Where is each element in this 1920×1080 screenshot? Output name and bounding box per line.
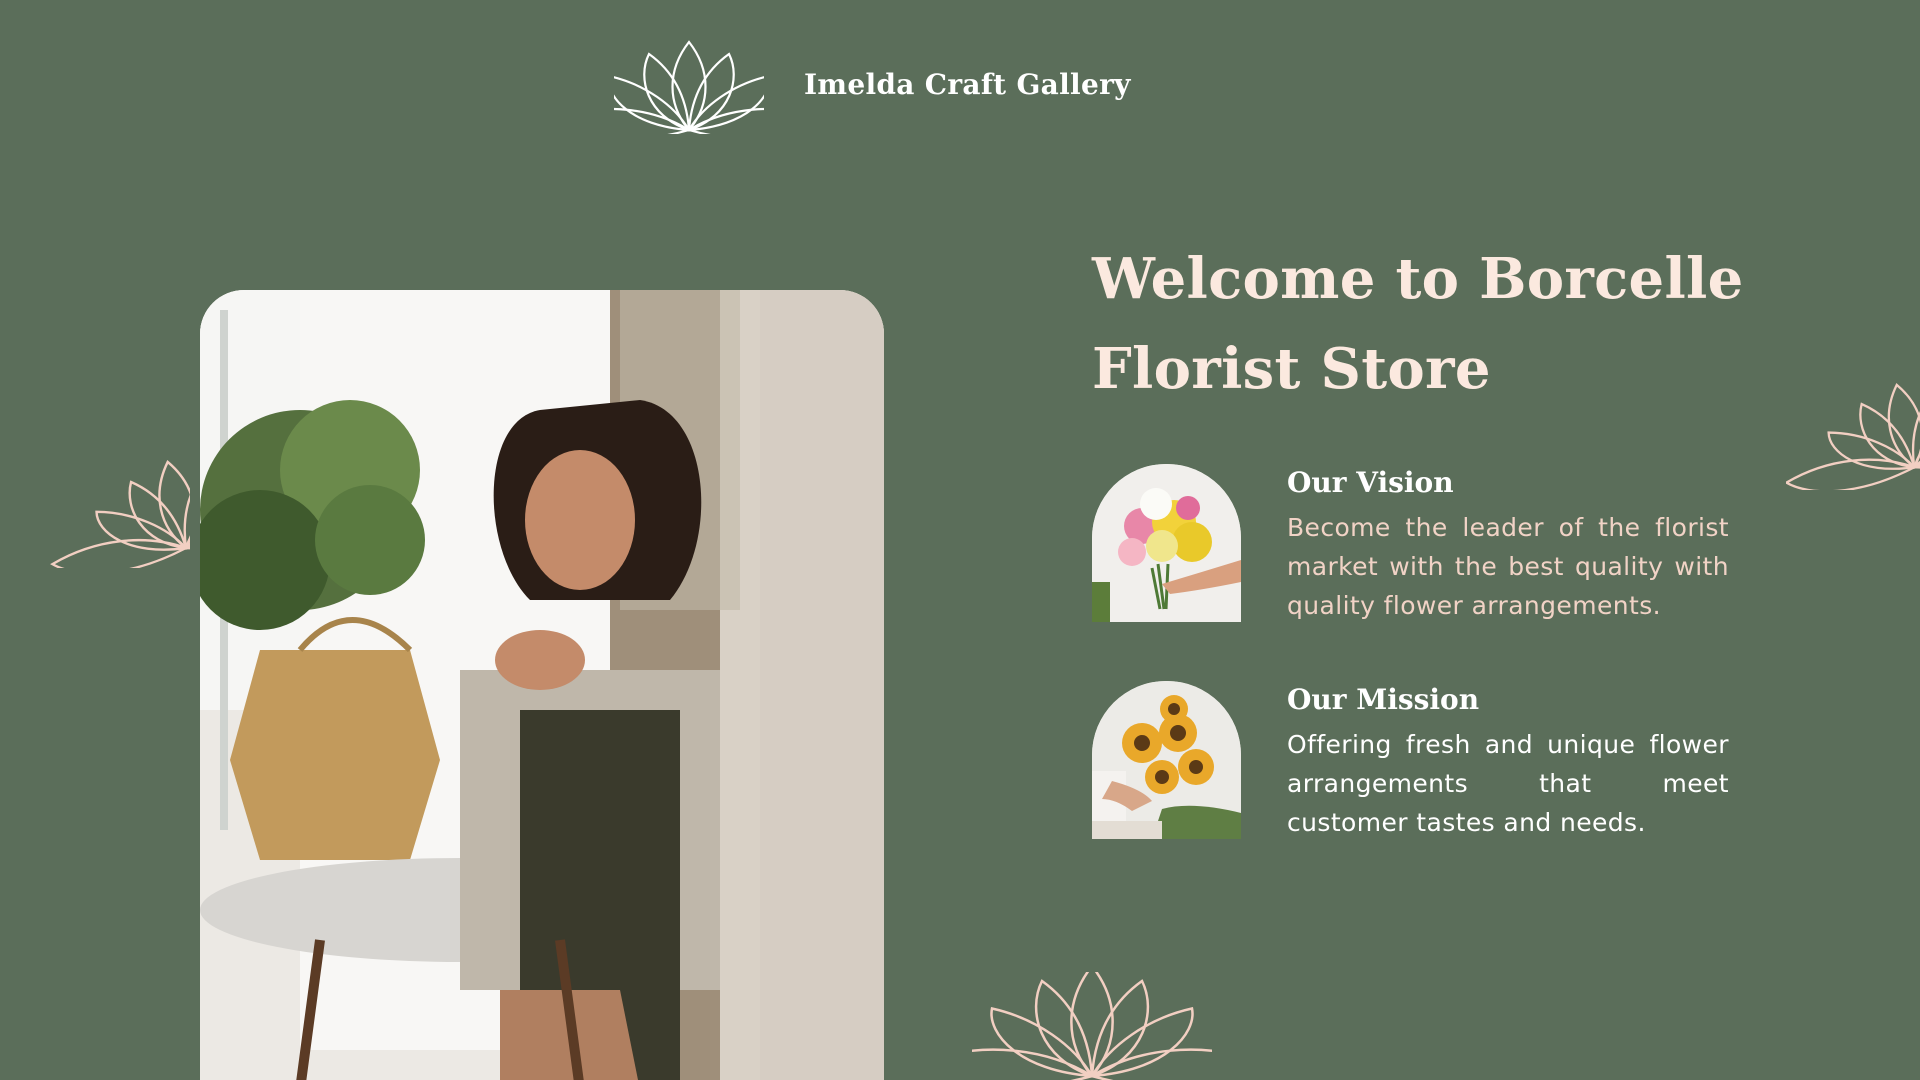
brand-name: Imelda Craft Gallery <box>804 67 1131 101</box>
flower-bouquet-photo <box>1092 464 1241 622</box>
brand-header: Imelda Craft Gallery <box>614 38 1131 134</box>
sunflower-bouquet-photo <box>1092 681 1241 839</box>
feature-text: Offering fresh and unique flower arrange… <box>1287 730 1729 837</box>
feature-heading: Our Vision <box>1287 466 1454 499</box>
feature-heading: Our Mission <box>1287 683 1480 716</box>
woman-with-plant-photo <box>200 290 884 1080</box>
lotus-decoration-bottom-icon <box>972 972 1212 1080</box>
feature-text: Become the leader of the florist market … <box>1287 513 1729 620</box>
page-title: Welcome to Borcelle Florist Store <box>1092 246 1744 402</box>
lotus-icon <box>614 38 764 134</box>
lotus-decoration-left-icon <box>46 398 190 568</box>
